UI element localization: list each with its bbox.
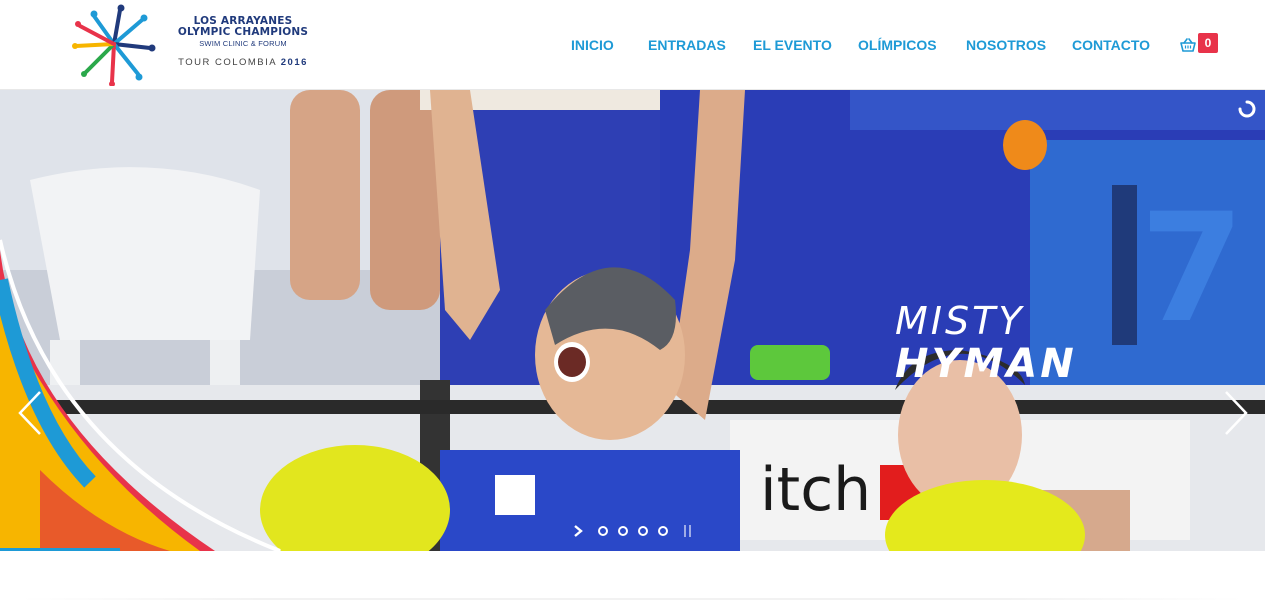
basket-icon[interactable] <box>1180 38 1196 52</box>
nav-item-nosotros[interactable]: NOSOTROS <box>966 37 1046 53</box>
spinner-icon <box>1238 100 1256 118</box>
logo-line-2: OLYMPIC CHAMPIONS <box>177 26 309 38</box>
cart-count-badge[interactable]: 0 <box>1198 33 1218 53</box>
nav-item-olimpicos[interactable]: OLÍMPICOS <box>858 37 937 53</box>
nav-item-inicio[interactable]: INICIO <box>571 37 614 53</box>
slide-dot-4[interactable] <box>658 526 668 536</box>
nav-item-el-evento[interactable]: EL EVENTO <box>753 37 832 53</box>
logo-tour-year: 2016 <box>280 57 308 68</box>
chevron-right-icon[interactable] <box>1220 390 1250 436</box>
site-logo[interactable]: LOS ARRAYANES OLYMPIC CHAMPIONS SWIM CLI… <box>72 4 322 86</box>
svg-text:7: 7 <box>1140 182 1244 356</box>
chevron-left-icon[interactable] <box>16 390 46 436</box>
slide-dot-3[interactable] <box>638 526 648 536</box>
slide-dot-2[interactable] <box>618 526 628 536</box>
logo-wordmark: LOS ARRAYANES OLYMPIC CHAMPIONS SWIM CLI… <box>168 16 318 69</box>
slide-caption: MISTY HYMAN <box>895 300 1077 386</box>
play-icon[interactable] <box>572 524 584 538</box>
logo-tour-text: TOUR COLOMBIA <box>178 57 277 68</box>
caption-last-name: HYMAN <box>895 341 1077 387</box>
pause-icon[interactable] <box>683 525 693 537</box>
swimmers-logo-icon <box>72 4 156 86</box>
nav-item-entradas[interactable]: ENTRADAS <box>648 37 726 53</box>
hero-slider: 7 itch MISTY HYMAN <box>0 90 1265 551</box>
section-divider <box>20 598 1245 600</box>
site-header: LOS ARRAYANES OLYMPIC CHAMPIONS SWIM CLI… <box>0 0 1265 90</box>
logo-tour-line: TOUR COLOMBIA 2016 <box>168 57 318 68</box>
slide-pager <box>572 522 697 540</box>
slide-dot-1[interactable] <box>598 526 608 536</box>
content-area <box>0 551 1265 609</box>
nav-item-contacto[interactable]: CONTACTO <box>1072 37 1150 53</box>
caption-first-name: MISTY <box>895 299 1025 343</box>
svg-text:itch: itch <box>760 455 871 525</box>
logo-line-3: SWIM CLINIC & FORUM <box>199 39 287 48</box>
